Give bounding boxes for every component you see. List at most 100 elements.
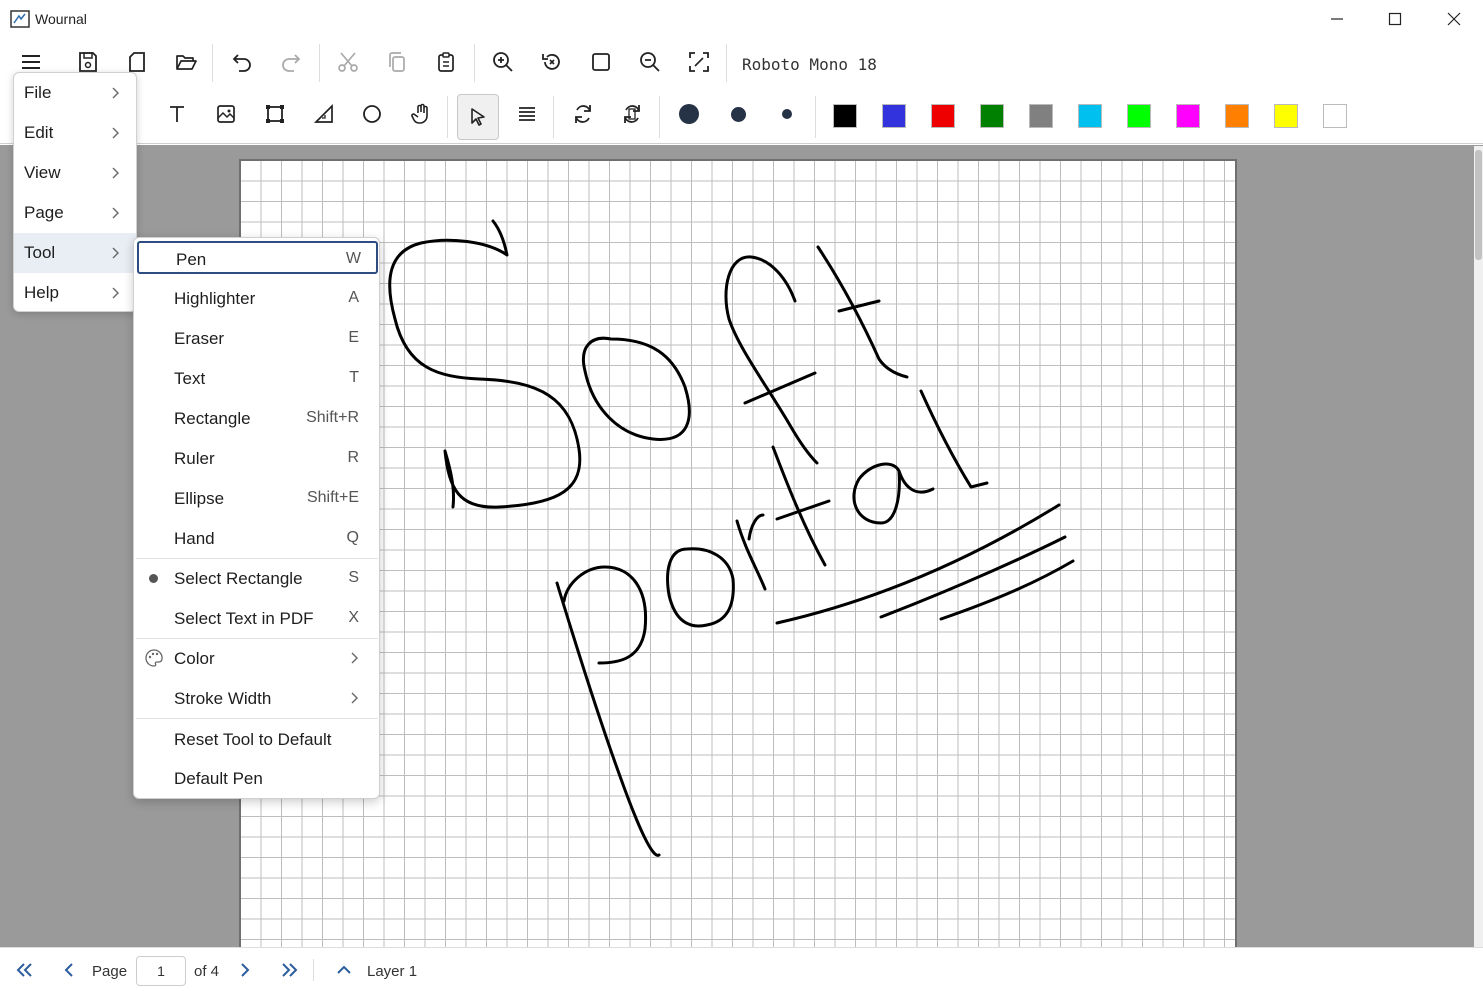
font-selector[interactable]: Roboto Mono 18 <box>742 55 877 74</box>
color-swatch[interactable] <box>931 104 955 128</box>
menu-item-select-text-in-pdf[interactable]: Select Text in PDF X <box>134 598 379 638</box>
zoom-in-button[interactable] <box>483 42 523 82</box>
menu-item-pen[interactable]: Pen W <box>137 241 378 274</box>
rotate-page-button[interactable] <box>612 94 652 134</box>
app-window: Wournal Roboto Mono 18 Page 1 of 4 Layer… <box>0 0 1483 991</box>
image-tool-button[interactable] <box>206 94 246 134</box>
color-swatch[interactable] <box>833 104 857 128</box>
zoom-out-button[interactable] <box>630 42 670 82</box>
hand-tool-button[interactable] <box>401 94 441 134</box>
menu-item-help[interactable]: Help <box>14 273 136 311</box>
menu-item-ellipse[interactable]: Ellipse Shift+E <box>134 478 379 518</box>
ellipse-tool-button[interactable] <box>352 94 392 134</box>
select-text-button[interactable] <box>507 94 547 134</box>
menu-item-eraser[interactable]: Eraser E <box>134 318 379 358</box>
menu-item-label: Edit <box>24 123 54 142</box>
color-swatch[interactable] <box>882 104 906 128</box>
menu-item-label: Help <box>24 283 59 302</box>
close-icon <box>1447 12 1461 26</box>
menu-item-rectangle[interactable]: Rectangle Shift+R <box>134 398 379 438</box>
close-button[interactable] <box>1425 0 1483 38</box>
color-swatch[interactable] <box>1274 104 1298 128</box>
color-swatch[interactable] <box>1176 104 1200 128</box>
toolbar-separator <box>447 96 448 138</box>
toolbar-separator <box>474 44 475 82</box>
cut-button[interactable] <box>328 42 368 82</box>
toolbar-separator <box>659 96 660 138</box>
undo-button[interactable] <box>222 42 262 82</box>
vertical-scrollbar[interactable] <box>1474 146 1483 947</box>
image-icon <box>217 105 235 123</box>
stroke-medium-button[interactable] <box>718 94 758 134</box>
copy-button[interactable] <box>377 42 417 82</box>
shortcut-label: A <box>348 289 359 306</box>
menu-item-text[interactable]: Text T <box>134 358 379 398</box>
redo-button[interactable] <box>271 42 311 82</box>
shortcut-label: R <box>347 449 359 466</box>
layer-up-button[interactable] <box>333 959 355 981</box>
chevron-right-icon <box>112 167 119 179</box>
color-swatch[interactable] <box>1225 104 1249 128</box>
rectangle-tool-button[interactable] <box>255 94 295 134</box>
menu-item-edit[interactable]: Edit <box>14 113 136 153</box>
first-page-button[interactable] <box>14 959 36 981</box>
menu-item-label: Tool <box>24 243 56 262</box>
rotate-button[interactable] <box>563 94 603 134</box>
text-tool-button[interactable] <box>157 94 197 134</box>
stroke-thick-button[interactable] <box>669 94 709 134</box>
minimize-button[interactable] <box>1308 0 1366 38</box>
color-swatch[interactable] <box>1078 104 1102 128</box>
fit-page-button[interactable] <box>581 42 621 82</box>
menu-item-tool[interactable]: Tool <box>14 233 136 273</box>
color-swatch[interactable] <box>1029 104 1053 128</box>
menu-item-label: Reset Tool to Default <box>174 730 332 749</box>
zoom-reset-button[interactable] <box>532 42 572 82</box>
redo-icon <box>282 54 301 72</box>
color-swatch[interactable] <box>1127 104 1151 128</box>
menu-item-label: Text <box>174 369 206 388</box>
menu-item-label: File <box>24 83 52 102</box>
next-page-button[interactable] <box>234 959 256 981</box>
menu-item-reset-tool[interactable]: Reset Tool to Default <box>134 719 379 759</box>
menu-item-page[interactable]: Page <box>14 193 136 233</box>
lines-icon <box>519 107 535 121</box>
fit-width-button[interactable] <box>679 42 719 82</box>
expand-icon <box>689 52 709 72</box>
menu-item-highlighter[interactable]: Highlighter A <box>134 278 379 318</box>
color-swatch[interactable] <box>1323 104 1347 128</box>
menu-item-file[interactable]: File <box>14 73 136 113</box>
menu-item-color[interactable]: Color <box>134 638 379 678</box>
paste-button[interactable] <box>426 42 466 82</box>
circle-icon <box>363 105 381 123</box>
menu-item-stroke-width[interactable]: Stroke Width <box>134 678 379 718</box>
layer-label: Layer 1 <box>367 963 418 980</box>
menu-item-label: Rectangle <box>174 409 251 428</box>
page-number-input[interactable]: 1 <box>136 956 186 986</box>
maximize-button[interactable] <box>1366 0 1424 38</box>
status-bar: Page 1 of 4 Layer 1 <box>0 947 1483 991</box>
palette-icon <box>145 649 163 667</box>
previous-page-button[interactable] <box>58 959 80 981</box>
minimize-icon <box>1331 18 1343 20</box>
tool-submenu: Pen W Highlighter A Eraser E Text T Rect… <box>133 237 380 799</box>
shortcut-label: Shift+E <box>306 489 359 506</box>
maximize-icon <box>1388 12 1402 26</box>
select-tool-button[interactable] <box>457 94 499 140</box>
menu-item-ruler[interactable]: Ruler R <box>134 438 379 478</box>
menu-item-view[interactable]: View <box>14 153 136 193</box>
last-page-button[interactable] <box>278 959 300 981</box>
open-button[interactable] <box>166 42 206 82</box>
chevron-right-icon <box>241 963 250 977</box>
menu-item-label: Ellipse <box>174 489 225 508</box>
color-swatch[interactable] <box>980 104 1004 128</box>
shortcut-label: Q <box>346 529 359 546</box>
scrollbar-thumb[interactable] <box>1475 150 1482 260</box>
menu-item-default-pen[interactable]: Default Pen <box>134 758 379 798</box>
menu-item-label: Eraser <box>174 329 225 348</box>
menu-item-label: Page <box>24 203 64 222</box>
shortcut-label: X <box>348 609 359 626</box>
ruler-tool-button[interactable] <box>304 94 344 134</box>
menu-item-select-rectangle[interactable]: Select Rectangle S <box>134 558 379 598</box>
stroke-thin-button[interactable] <box>767 94 807 134</box>
menu-item-hand[interactable]: Hand Q <box>134 518 379 558</box>
